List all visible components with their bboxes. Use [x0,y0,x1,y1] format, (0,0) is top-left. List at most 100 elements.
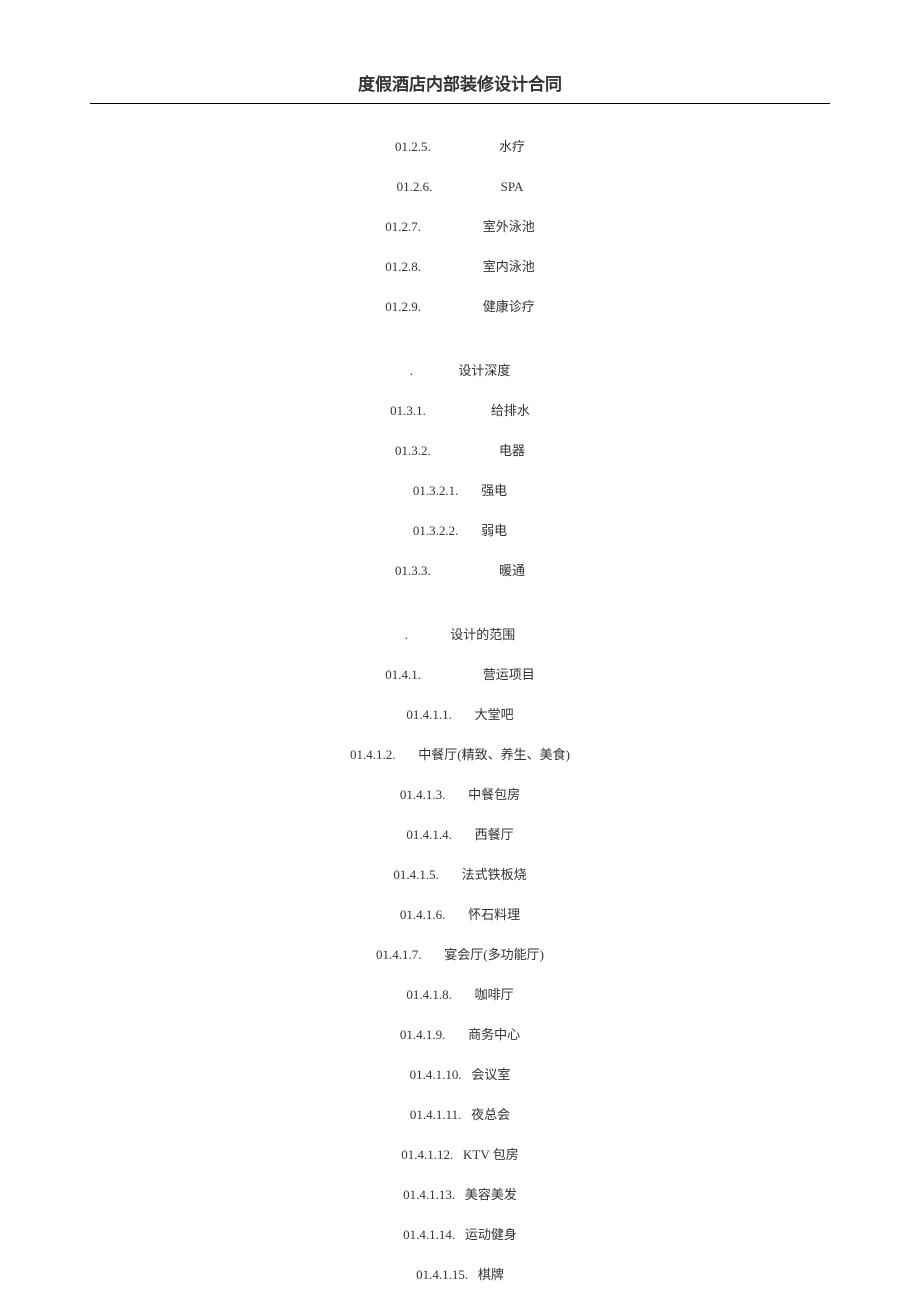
item-number: 01.3.2.2. [413,518,459,544]
list-item: 01.2.7. 室外泳池 [90,214,830,240]
item-label: 电器 [499,438,525,464]
item-gap [431,563,499,578]
list-item: 01.3.1. 给排水 [90,398,830,424]
item-gap [461,1107,471,1122]
item-number: 01.4.1.5. [393,862,439,888]
item-number: 01.4.1.1. [406,702,452,728]
list-item: 01.4.1.5. 法式铁板烧 [90,862,830,888]
section-gap [408,627,450,642]
item-label: 咖啡厅 [475,982,514,1008]
section-label: 设计深度 [458,358,510,384]
item-gap [431,139,499,154]
item-label: 中餐厅(精致、养生、美食) [418,742,570,768]
item-gap [468,1267,478,1282]
item-number: 01.2.5. [395,134,431,160]
item-number: 01.4.1.7. [376,942,422,968]
item-label: 夜总会 [471,1102,510,1128]
item-number: 01.4.1.4. [406,822,452,848]
item-number: 01.2.8. [385,254,421,280]
item-number: 01.3.1. [390,398,426,424]
item-gap [455,1227,465,1242]
item-label: 怀石料理 [468,902,520,928]
item-gap [445,907,468,922]
item-number: 01.3.3. [395,558,431,584]
item-label: 给排水 [491,398,530,424]
list-item: 01.4.1.6. 怀石料理 [90,902,830,928]
item-label: KTV 包房 [463,1142,519,1168]
item-gap [445,787,468,802]
item-number: 01.4.1.2. [350,742,396,768]
list-item: 01.2.8. 室内泳池 [90,254,830,280]
item-label: 中餐包房 [468,782,520,808]
item-label: 室外泳池 [483,214,535,240]
item-number: 01.4.1.11. [410,1102,462,1128]
item-label: 强电 [481,478,507,504]
list-item: 01.4.1.10. 会议室 [90,1062,830,1088]
item-gap [422,947,445,962]
item-label: 水疗 [499,134,525,160]
item-number: 01.4.1.13. [403,1182,455,1208]
item-number: 01.4.1. [385,662,421,688]
section-label: 设计的范围 [450,622,515,648]
page-container: 度假酒店内部装修设计合同 01.2.5. 水疗 01.2.6. SPA 01.2… [0,0,920,1288]
item-label: 法式铁板烧 [462,862,527,888]
item-gap [426,403,491,418]
item-label: 健康诊疗 [483,294,535,320]
list-item: 01.4.1.9. 商务中心 [90,1022,830,1048]
list-item: 01.4.1.11. 夜总会 [90,1102,830,1128]
item-label: 宴会厅(多功能厅) [444,942,544,968]
item-gap [445,1027,468,1042]
item-label: 商务中心 [468,1022,520,1048]
item-number: 01.4.1.15. [416,1262,468,1288]
document-content: 01.2.5. 水疗 01.2.6. SPA 01.2.7. 室外泳池 01.2… [90,134,830,1288]
item-gap [455,1187,465,1202]
header-underline [90,103,830,104]
list-item: 01.4.1.14. 运动健身 [90,1222,830,1248]
item-number: 01.2.7. [385,214,421,240]
item-number: 01.4.1.6. [400,902,446,928]
section-gap [413,363,459,378]
list-item: 01.3.2.2. 弱电 [90,518,830,544]
item-gap [439,867,462,882]
item-label: 棋牌 [478,1262,504,1288]
item-gap [452,827,475,842]
list-item: 01.4.1.3. 中餐包房 [90,782,830,808]
item-label: 美容美发 [465,1182,517,1208]
list-item: 01.4.1.1. 大堂吧 [90,702,830,728]
page-title: 度假酒店内部装修设计合同 [90,70,830,103]
item-number: 01.3.2. [395,438,431,464]
item-number: 01.4.1.14. [403,1222,455,1248]
list-item: 01.4.1.2. 中餐厅(精致、养生、美食) [90,742,830,768]
section-heading: . 设计的范围 [90,622,830,648]
item-label: SPA [501,174,524,200]
item-gap [462,1067,472,1082]
item-number: 01.3.2.1. [413,478,459,504]
list-item: 01.4.1.7. 宴会厅(多功能厅) [90,942,830,968]
item-label: 西餐厅 [475,822,514,848]
item-gap [452,707,475,722]
list-item: 01.4.1.15. 棋牌 [90,1262,830,1288]
item-number: 01.4.1.9. [400,1022,446,1048]
list-item: 01.2.5. 水疗 [90,134,830,160]
list-item: 01.2.6. SPA [90,174,830,200]
item-gap [421,299,483,314]
list-item: 01.4.1.13. 美容美发 [90,1182,830,1208]
list-item: 01.4.1. 营运项目 [90,662,830,688]
list-item: 01.3.2.1. 强电 [90,478,830,504]
item-label: 暖通 [499,558,525,584]
item-gap [452,987,475,1002]
list-item: 01.4.1.4. 西餐厅 [90,822,830,848]
item-number: 01.4.1.10. [410,1062,462,1088]
section-heading: . 设计深度 [90,358,830,384]
item-number: 01.2.9. [385,294,421,320]
item-number: 01.4.1.3. [400,782,446,808]
item-number: 01.4.1.12. [401,1142,453,1168]
item-label: 运动健身 [465,1222,517,1248]
item-gap [431,443,499,458]
item-gap [458,523,481,538]
item-label: 弱电 [481,518,507,544]
list-item: 01.3.3. 暖通 [90,558,830,584]
item-number: 01.4.1.8. [406,982,452,1008]
item-gap [396,747,419,762]
item-gap [432,179,500,194]
